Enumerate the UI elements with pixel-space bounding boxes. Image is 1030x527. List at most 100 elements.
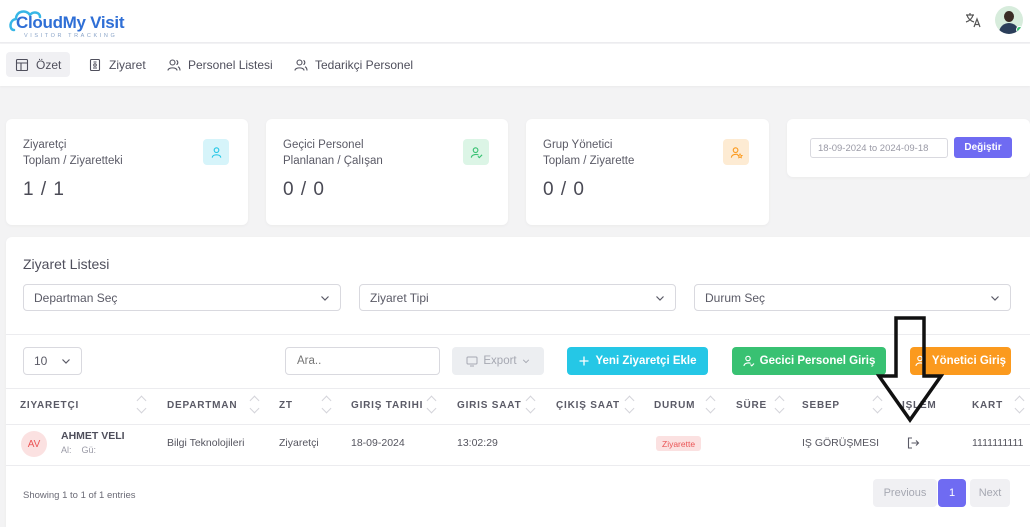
per-page-select[interactable]: 10 xyxy=(23,347,82,375)
visitor-avatar: AV xyxy=(21,431,47,457)
entries-info: Showing 1 to 1 of 1 entries xyxy=(23,490,136,501)
sort-icon xyxy=(321,395,332,415)
online-status-dot xyxy=(1016,26,1023,33)
exit-icon[interactable] xyxy=(906,436,920,450)
change-date-button[interactable]: Değiştir xyxy=(954,137,1012,158)
nav-item-personel-listesi[interactable]: Personel Listesi xyxy=(158,52,282,77)
visitor-meta-al: Al: xyxy=(61,445,72,455)
user-icon xyxy=(203,139,229,165)
nav-label: Özet xyxy=(36,57,62,72)
cell-entry-date: 18-09-2024 xyxy=(351,437,405,449)
stat-card-visitors: Ziyaretçi Toplam / Ziyaretteki 1 / 1 xyxy=(6,119,248,225)
divider xyxy=(6,388,1030,389)
per-page-value: 10 xyxy=(34,354,48,368)
col-header-card[interactable]: KART xyxy=(972,400,1003,411)
sort-icon xyxy=(1014,395,1025,415)
chevron-down-icon xyxy=(62,359,70,364)
chevron-down-icon xyxy=(656,295,664,301)
date-range-input[interactable]: 18-09-2024 to 2024-09-18 xyxy=(810,138,948,158)
nav-item-ziyaret[interactable]: Ziyaret xyxy=(79,52,155,77)
badge-icon xyxy=(89,58,101,71)
add-visitor-button[interactable]: Yeni Ziyaretçi Ekle xyxy=(567,347,708,375)
col-header-visitor[interactable]: ZIYARETÇI xyxy=(20,400,79,411)
date-filter-card: 18-09-2024 to 2024-09-18 Değiştir xyxy=(787,119,1030,177)
user-check-icon xyxy=(463,139,489,165)
status-badge: Ziyarette xyxy=(656,436,702,451)
stat-subtitle: Toplam / Ziyaretteki xyxy=(23,155,123,167)
chevron-down-icon xyxy=(991,295,999,301)
layout-icon xyxy=(15,58,29,71)
sort-icon xyxy=(705,395,716,415)
cell-department: Bilgi Teknolojileri xyxy=(167,437,245,449)
users-icon xyxy=(294,58,308,71)
stat-value: 1 / 1 xyxy=(23,179,65,200)
temp-staff-login-button[interactable]: Gecici Personel Giriş xyxy=(732,347,886,375)
stat-card-temp-staff: Geçici Personel Planlanan / Çalışan 0 / … xyxy=(266,119,508,225)
col-header-exit-time[interactable]: ÇIKIŞ SAAT xyxy=(556,400,620,411)
visitor-name: AHMET VELI xyxy=(61,430,125,442)
visit-type-select[interactable]: Ziyaret Tipi xyxy=(359,284,676,311)
translate-icon[interactable] xyxy=(964,12,982,28)
cell-card: 1111111111 xyxy=(972,437,1024,449)
export-label: Export xyxy=(483,355,517,367)
col-header-duration[interactable]: SÜRE xyxy=(736,400,767,411)
col-header-department[interactable]: DEPARTMAN xyxy=(167,400,237,411)
user-check-icon xyxy=(743,355,755,367)
stat-card-group-manager: Grup Yönetici Toplam / Ziyarette 0 / 0 xyxy=(526,119,769,225)
app-logo[interactable]: CloudMy Visit VISITOR TRACKING xyxy=(8,4,128,42)
stat-title: Ziyaretçi xyxy=(23,139,67,151)
export-button[interactable]: Export xyxy=(452,347,544,375)
department-select[interactable]: Departman Seç xyxy=(23,284,341,311)
logo-tagline: VISITOR TRACKING xyxy=(24,33,118,39)
col-header-entry-time[interactable]: GIRIS SAAT xyxy=(457,400,521,411)
monitor-icon xyxy=(466,356,478,367)
user-star-icon xyxy=(915,355,923,367)
status-select[interactable]: Durum Seç xyxy=(694,284,1011,311)
user-avatar[interactable] xyxy=(995,6,1023,34)
divider xyxy=(6,424,1030,425)
pagination-page-1[interactable]: 1 xyxy=(938,479,966,507)
col-header-reason[interactable]: SEBEP xyxy=(802,400,840,411)
col-header-status[interactable]: DURUM xyxy=(654,400,695,411)
top-bar: CloudMy Visit VISITOR TRACKING xyxy=(0,0,1030,43)
sort-icon xyxy=(774,395,785,415)
nav-item-tedarikci-personel[interactable]: Tedarikçi Personel xyxy=(285,52,422,77)
sort-icon xyxy=(426,395,437,415)
select-value: Ziyaret Tipi xyxy=(370,290,429,305)
sort-icon xyxy=(136,395,147,415)
button-label: Yeni Ziyaretçi Ekle xyxy=(595,355,697,367)
button-label: Yönetici Giriş xyxy=(931,355,1007,367)
visitor-meta: Al: Gü: xyxy=(61,445,96,455)
cell-reason: IŞ GÖRÜŞMESI xyxy=(802,437,880,449)
divider xyxy=(6,334,1030,335)
nav-label: Ziyaret xyxy=(109,57,146,72)
stat-title: Grup Yönetici xyxy=(543,139,613,151)
list-title: Ziyaret Listesi xyxy=(23,256,110,272)
col-header-entry-date[interactable]: GIRIŞ TARIHI xyxy=(351,400,423,411)
chevron-down-icon xyxy=(522,359,529,364)
stat-value: 0 / 0 xyxy=(543,179,585,200)
button-label: Gecici Personel Giriş xyxy=(759,355,876,367)
visitor-meta-gu: Gü: xyxy=(81,445,97,455)
pagination-next[interactable]: Next xyxy=(970,479,1010,507)
divider xyxy=(6,465,1030,466)
main-nav: Özet Ziyaret Personel Listesi Tedarikçi … xyxy=(0,44,1030,86)
manager-login-button[interactable]: Yönetici Giriş xyxy=(910,347,1011,375)
users-icon xyxy=(167,58,181,71)
cell-type: Ziyaretçi xyxy=(279,437,319,449)
col-header-type[interactable]: ZT xyxy=(279,400,293,411)
chevron-down-icon xyxy=(321,295,329,301)
user-star-icon xyxy=(723,139,749,165)
cell-entry-time: 13:02:29 xyxy=(457,437,498,449)
sort-icon xyxy=(249,395,260,415)
stat-subtitle: Toplam / Ziyarette xyxy=(543,155,635,167)
sort-icon xyxy=(624,395,635,415)
col-header-action[interactable]: IŞLEM xyxy=(902,400,937,411)
pagination-previous[interactable]: Previous xyxy=(873,479,937,507)
select-value: Departman Seç xyxy=(34,290,118,305)
nav-item-ozet[interactable]: Özet xyxy=(6,52,71,77)
stat-title: Geçici Personel xyxy=(283,139,364,151)
plus-icon xyxy=(579,356,589,366)
search-input[interactable] xyxy=(285,347,440,375)
visit-list-card: Ziyaret Listesi Departman Seç Ziyaret Ti… xyxy=(6,237,1030,527)
